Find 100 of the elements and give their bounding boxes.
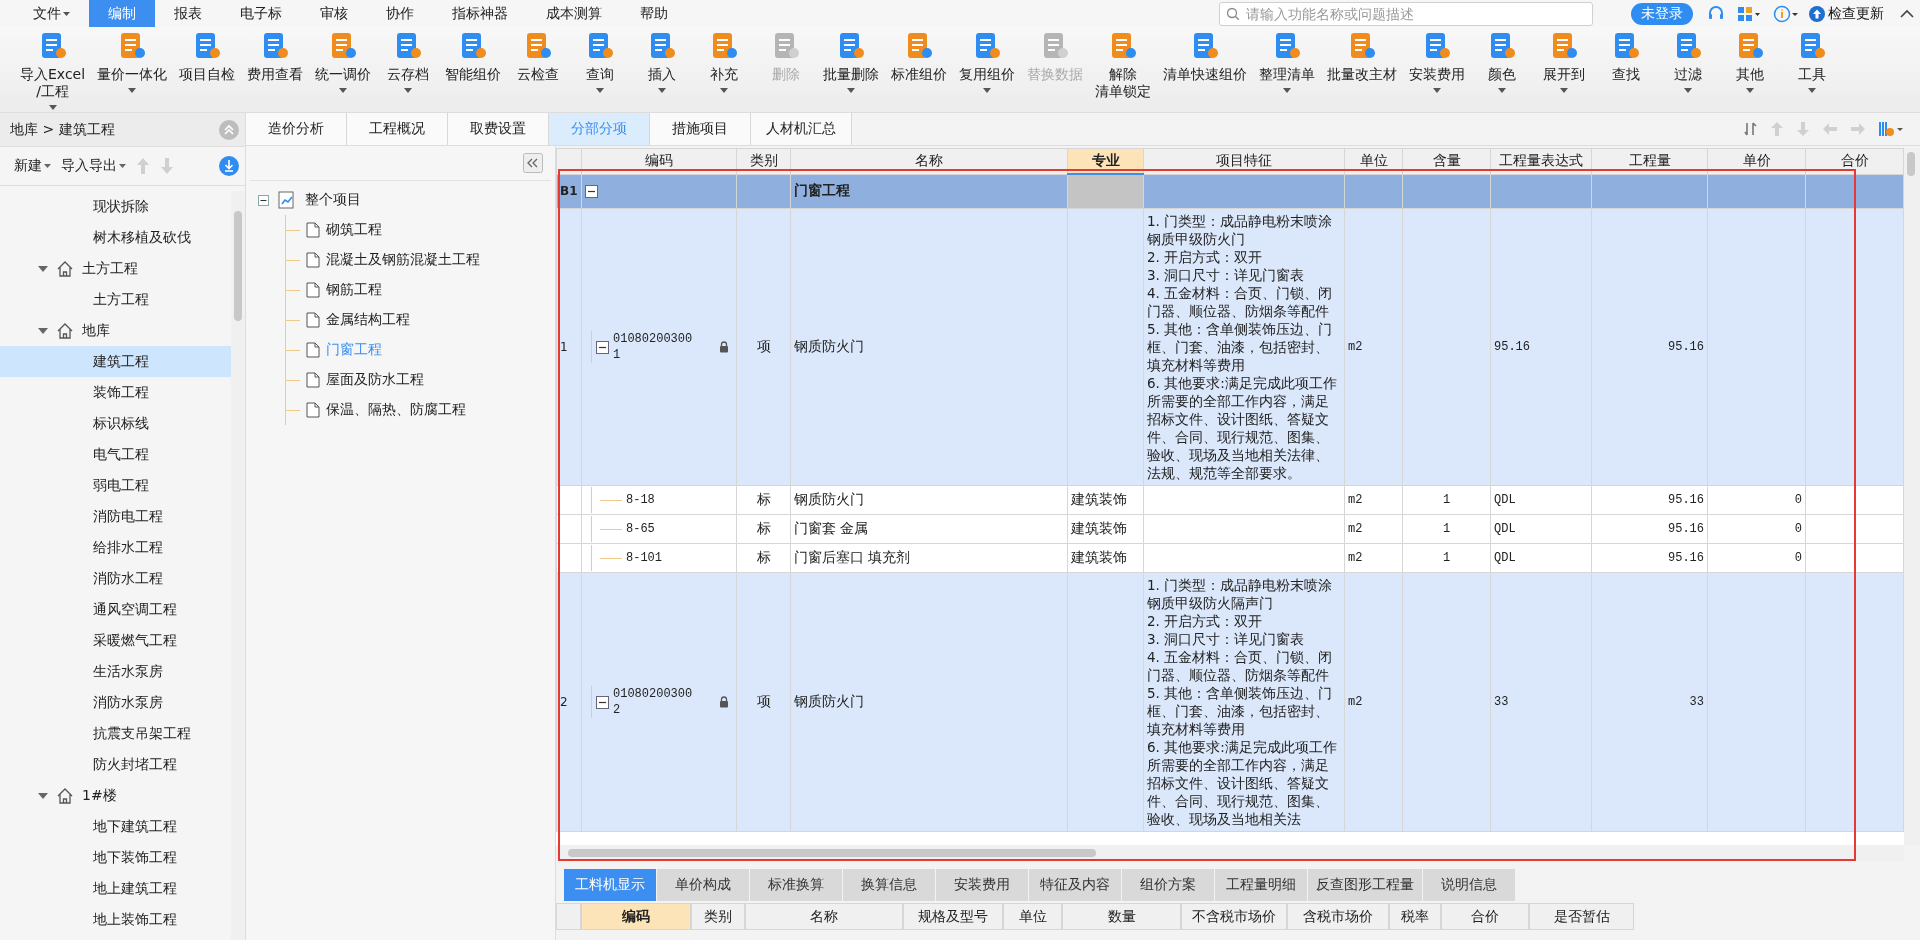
toolbar-button[interactable]: 批量改主材: [1321, 31, 1404, 83]
info-icon[interactable]: [1773, 4, 1799, 23]
column-header[interactable]: 专业: [1067, 148, 1144, 174]
sidebar-item[interactable]: 1#楼: [0, 780, 231, 811]
toolbar-button[interactable]: 安装费用: [1403, 31, 1472, 93]
toolbar-button[interactable]: 云存档: [377, 31, 440, 93]
menu-item[interactable]: 帮助: [621, 0, 687, 27]
column-header[interactable]: 合价: [1441, 903, 1529, 930]
sidebar-item[interactable]: 消防水工程: [0, 563, 231, 594]
sidebar-item[interactable]: 弱电工程: [0, 470, 231, 501]
toolbar-button[interactable]: 统一调价: [309, 31, 378, 93]
toolbar-button[interactable]: 智能组价: [439, 31, 508, 83]
column-header[interactable]: 工程量表达式: [1490, 148, 1592, 174]
column-header[interactable]: 名称: [790, 148, 1068, 174]
sidebar-item[interactable]: 标识标线: [0, 408, 231, 439]
collapse-icon[interactable]: [258, 194, 269, 206]
sidebar-item[interactable]: 采暖燃气工程: [0, 625, 231, 656]
tab[interactable]: 特征及内容: [1029, 869, 1121, 901]
toolbar-button[interactable]: 项目自检: [173, 31, 242, 83]
scrollbar[interactable]: [231, 191, 245, 940]
toolbar-button[interactable]: 整理清单: [1253, 31, 1322, 93]
sidebar-item[interactable]: 地下建筑工程: [0, 811, 231, 842]
tree-item[interactable]: 整个项目: [305, 191, 361, 209]
search-field[interactable]: 请输入功能名称或问题描述: [1219, 1, 1593, 26]
sidebar-item[interactable]: 现状拆除: [0, 191, 231, 222]
menu-item[interactable]: 指标神器: [433, 0, 527, 27]
sidebar-item[interactable]: 生活水泵房: [0, 656, 231, 687]
toolbar-button[interactable]: 量价一体化: [91, 31, 174, 93]
toolbar-button[interactable]: 颜色: [1471, 31, 1534, 93]
column-header[interactable]: 工程量: [1591, 148, 1708, 174]
sidebar-item[interactable]: 装饰工程: [0, 377, 231, 408]
tab[interactable]: 措施项目: [650, 113, 751, 145]
tab[interactable]: 人材机汇总: [751, 113, 852, 145]
menu-item[interactable]: 报表: [155, 0, 221, 27]
column-header[interactable]: 含量: [1402, 148, 1491, 174]
table-row[interactable]: 8-101 标 门窗后塞口 填充剂 建筑装饰 m2 1 QDL 95.16 0: [556, 543, 1904, 573]
column-header[interactable]: 类别: [691, 903, 745, 930]
tab[interactable]: 反查图形工程量: [1308, 869, 1422, 901]
menu-item[interactable]: 审核: [301, 0, 367, 27]
tab[interactable]: 换算信息: [843, 869, 935, 901]
column-header[interactable]: 项目特征: [1143, 148, 1345, 174]
column-header[interactable]: 不含税市场价: [1181, 903, 1287, 930]
column-header[interactable]: 单价: [1707, 148, 1806, 174]
toolbar-button[interactable]: 查找: [1595, 31, 1658, 83]
sidebar-item[interactable]: 抗震支吊架工程: [0, 718, 231, 749]
toolbar-button[interactable]: 标准组价: [885, 31, 954, 83]
table-row[interactable]: B1 门窗工程: [556, 174, 1904, 209]
sidebar-item[interactable]: 土方工程: [0, 284, 231, 315]
toolbar-button[interactable]: 费用查看: [241, 31, 310, 83]
column-header[interactable]: 数量: [1062, 903, 1181, 930]
sidebar-item[interactable]: 地上建筑工程: [0, 873, 231, 904]
sidebar-item[interactable]: 电气工程: [0, 439, 231, 470]
import-export-button[interactable]: 导入导出: [61, 157, 126, 175]
chevron-up-icon[interactable]: [1900, 8, 1914, 19]
sidebar-item[interactable]: 地下装饰工程: [0, 842, 231, 873]
column-header[interactable]: 合价: [1805, 148, 1904, 174]
sidebar-item[interactable]: 树木移植及砍伐: [0, 222, 231, 253]
tab[interactable]: 造价分析: [246, 113, 347, 145]
sidebar-item[interactable]: 给排水工程: [0, 532, 231, 563]
sort-icon[interactable]: [1744, 121, 1758, 137]
toolbar-button[interactable]: 展开到: [1533, 31, 1596, 93]
tree-item[interactable]: 钢筋工程: [326, 281, 382, 299]
column-header[interactable]: 税率: [1389, 903, 1441, 930]
toolbar-button[interactable]: 复用组价: [953, 31, 1022, 93]
column-header[interactable]: 是否暂估: [1529, 903, 1634, 930]
toolbar-button[interactable]: 解除 清单锁定: [1089, 31, 1158, 100]
sidebar-item[interactable]: 建筑工程: [0, 346, 231, 377]
column-header[interactable]: 名称: [745, 903, 903, 930]
new-button[interactable]: 新建: [14, 157, 51, 175]
settings-icon[interactable]: [1878, 120, 1904, 138]
toolbar-button[interactable]: 导入Excel /工程: [14, 31, 92, 110]
column-header[interactable]: 含税市场价: [1287, 903, 1389, 930]
double-chevron-left-icon[interactable]: [523, 153, 543, 173]
sidebar-item[interactable]: 消防电工程: [0, 501, 231, 532]
scrollbar[interactable]: [1904, 148, 1920, 845]
toolbar-button[interactable]: 云检查: [507, 31, 570, 83]
toolbar-button[interactable]: 补充: [693, 31, 756, 93]
toolbar-button[interactable]: 其他: [1719, 31, 1782, 93]
download-icon[interactable]: [219, 156, 239, 176]
column-header[interactable]: 单位: [1003, 903, 1062, 930]
toolbar-button[interactable]: 插入: [631, 31, 694, 93]
table-row[interactable]: 8-65 标 门窗套 金属 建筑装饰 m2 1 QDL 95.16 0: [556, 514, 1904, 544]
tree-item[interactable]: 屋面及防水工程: [326, 371, 424, 389]
tree-item[interactable]: 金属结构工程: [326, 311, 410, 329]
grid-icon[interactable]: [1737, 5, 1761, 22]
tab[interactable]: 安装费用: [936, 869, 1028, 901]
column-header[interactable]: 编码: [581, 148, 737, 174]
collapse-toggle[interactable]: [596, 340, 609, 354]
toolbar-button[interactable]: 清单快速组价: [1157, 31, 1254, 83]
menu-item[interactable]: 电子标: [221, 0, 301, 27]
table-row[interactable]: 8-18 标 钢质防火门 建筑装饰 m2 1 QDL 95.16 0: [556, 485, 1904, 515]
collapse-toggle[interactable]: [596, 695, 609, 709]
tree-item[interactable]: 砌筑工程: [326, 221, 382, 239]
sidebar-item[interactable]: 通风空调工程: [0, 594, 231, 625]
sidebar-item[interactable]: 土方工程: [0, 253, 231, 284]
tab[interactable]: 工程概况: [347, 113, 448, 145]
toolbar-button[interactable]: 查询: [569, 31, 632, 93]
collapse-toggle[interactable]: [585, 184, 598, 198]
sidebar-item[interactable]: 防火封堵工程: [0, 749, 231, 780]
check-update-button[interactable]: 检查更新: [1809, 4, 1884, 23]
